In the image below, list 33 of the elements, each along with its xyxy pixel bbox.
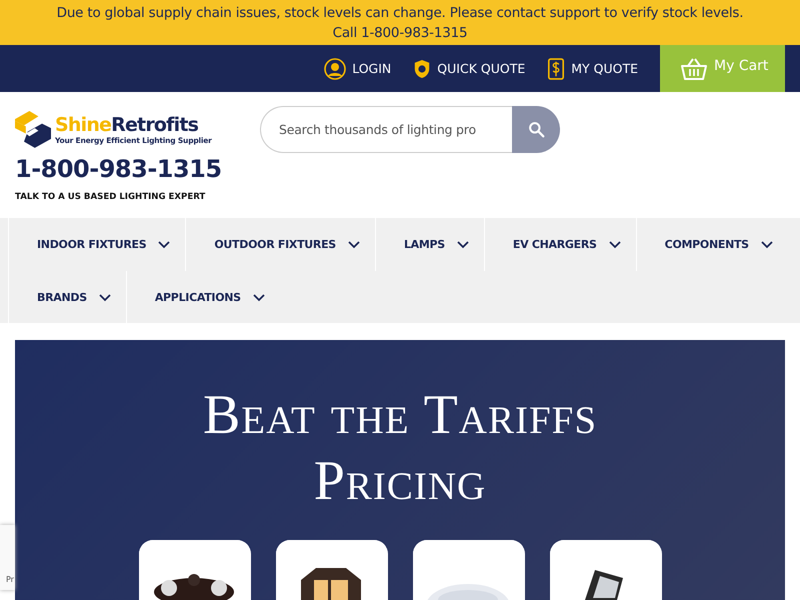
search-field[interactable]: Search thousands of lighting pro	[260, 106, 512, 153]
nav-item[interactable]: INDOOR FIXTURES	[8, 218, 186, 271]
chevron-icon	[98, 294, 111, 302]
nav-item[interactable]: COMPONENTS	[636, 218, 788, 271]
shield-icon	[413, 58, 432, 80]
account-link[interactable]: QUICK QUOTE	[437, 61, 526, 76]
search-button[interactable]	[512, 106, 560, 153]
badge-text: Pr	[6, 575, 14, 584]
phone-number[interactable]: 1-800-983-1315	[15, 155, 222, 183]
chevron-icon	[456, 240, 469, 248]
chevron-icon	[348, 240, 360, 248]
phone-caption: TALK TO A US BASED LIGHTING EXPERT	[15, 192, 206, 202]
nav-item[interactable]: APPLICATIONS	[126, 271, 280, 324]
logo-icon	[15, 109, 51, 149]
nav-item[interactable]: BRANDS	[8, 271, 126, 324]
search-icon	[528, 121, 544, 138]
user-icon	[324, 58, 346, 80]
document-icon	[547, 56, 566, 80]
logo-name[interactable]: ShineRetrofits	[55, 114, 212, 136]
nav-item[interactable]: LAMPS	[374, 218, 484, 271]
nav-item[interactable]: OUTDOOR FIXTURES	[185, 218, 375, 271]
chevron-icon	[158, 240, 170, 248]
nav-item[interactable]: EV CHARGERS	[484, 218, 636, 271]
notice-text: Due to global supply chain issues, stock levels can change. Please contact support to verify stock levels.	[56, 4, 744, 22]
chevron-icon	[760, 240, 773, 248]
account-link[interactable]: MY QUOTE	[571, 61, 638, 76]
banner-heading: Pricing	[314, 452, 486, 510]
basket-icon	[680, 57, 708, 81]
phone-notice: Call 1-800-983-1315	[332, 24, 468, 42]
chevron-icon	[608, 240, 621, 248]
account-link[interactable]: LOGIN	[352, 61, 392, 76]
chevron-icon	[252, 294, 265, 302]
banner-heading: Beat the Tariffs	[202, 386, 598, 444]
